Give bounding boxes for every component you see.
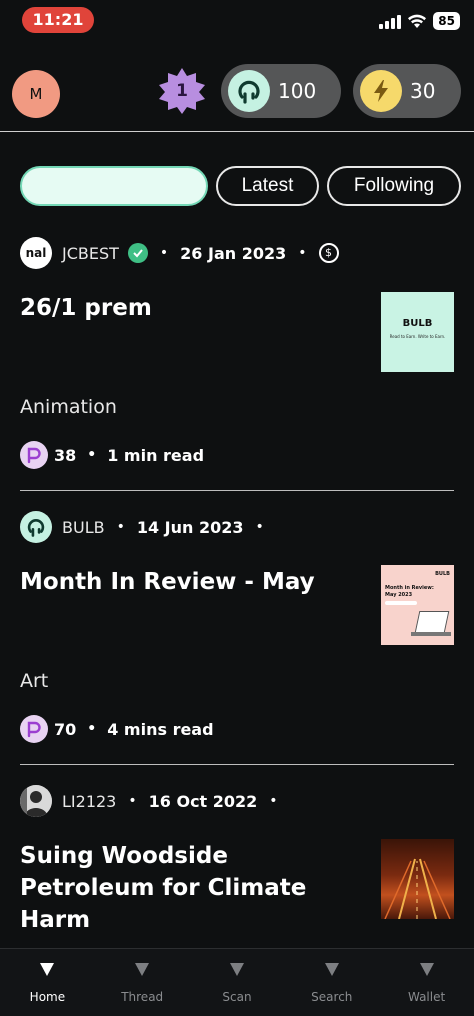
- article-title[interactable]: Suing Woodside Petroleum for Climate Har…: [20, 840, 360, 936]
- article-category[interactable]: Art: [20, 670, 48, 692]
- laptop-graphic-icon: [414, 611, 450, 633]
- search-filter-field[interactable]: [20, 166, 208, 206]
- article-meta: BULB • 14 Jun 2023 •: [20, 510, 276, 544]
- bottom-navigation: Home Thread Scan Search Wallet: [0, 948, 474, 1016]
- wifi-icon: [408, 14, 427, 28]
- meta-separator: •: [87, 447, 97, 463]
- meta-separator: •: [87, 721, 97, 737]
- article-date: 16 Oct 2022: [148, 791, 258, 811]
- author-avatar[interactable]: [20, 785, 52, 817]
- author-avatar[interactable]: nal: [20, 237, 52, 269]
- nav-wallet[interactable]: Wallet: [379, 949, 474, 1016]
- scan-triangle-icon: [229, 963, 244, 976]
- level-number: 1: [176, 81, 188, 101]
- cellular-signal-icon: [379, 13, 402, 29]
- status-bar: 11:21 85: [0, 0, 474, 40]
- meta-separator: •: [116, 519, 125, 535]
- article-title[interactable]: Month In Review - May: [20, 566, 360, 598]
- author-name[interactable]: JCBEST: [62, 244, 119, 263]
- following-filter-button[interactable]: Following: [327, 166, 461, 206]
- article-card[interactable]: nal JCBEST • 26 Jan 2023 • $ 26/1 prem B…: [20, 236, 454, 476]
- meta-separator: •: [269, 793, 278, 809]
- nav-label: Search: [311, 990, 353, 1004]
- nav-search[interactable]: Search: [284, 949, 379, 1016]
- author-avatar[interactable]: [20, 511, 52, 543]
- lightning-coin-icon: [360, 70, 402, 112]
- laptop-base-graphic: [411, 632, 451, 636]
- author-name[interactable]: BULB: [62, 518, 105, 537]
- article-thumbnail[interactable]: BULB Month in Review: May 2023: [381, 565, 454, 645]
- thumb-brand: BULB: [402, 318, 433, 329]
- nav-label: Wallet: [407, 990, 446, 1004]
- thread-triangle-icon: [135, 963, 150, 976]
- nav-home[interactable]: Home: [0, 949, 95, 1016]
- nav-label: Thread: [121, 990, 164, 1004]
- article-date: 14 Jun 2023: [136, 517, 244, 537]
- meta-separator: •: [255, 519, 264, 535]
- article-thumbnail[interactable]: BULB Read to Earn. Write to Earn.: [381, 292, 454, 372]
- read-time: 4 mins read: [107, 719, 214, 739]
- article-stats: 70 • 4 mins read: [20, 715, 214, 743]
- author-name[interactable]: LI2123: [62, 792, 116, 811]
- energy-balance-pill[interactable]: 30: [353, 64, 461, 118]
- bulb-balance-pill[interactable]: 100: [221, 64, 341, 118]
- bulb-balance-value: 100: [278, 79, 317, 103]
- article-stats: 38 • 1 min read: [20, 441, 204, 469]
- nav-thread[interactable]: Thread: [95, 949, 190, 1016]
- feed-filters: Latest Following: [0, 166, 474, 206]
- energy-balance-value: 30: [410, 79, 436, 103]
- wallet-triangle-icon: [419, 963, 434, 976]
- article-points: 38: [54, 445, 77, 465]
- nav-label: Home: [29, 990, 66, 1004]
- meta-separator: •: [159, 245, 169, 261]
- road-lights-graphic: [384, 858, 451, 919]
- meta-separator: •: [128, 793, 137, 809]
- thumb-tagline: Read to Earn. Write to Earn.: [389, 334, 446, 339]
- home-triangle-icon: [40, 963, 55, 976]
- article-card[interactable]: LI2123 • 16 Oct 2022 • Suing Woodside Pe…: [20, 784, 454, 944]
- bulb-coin-icon: [228, 70, 270, 112]
- thumb-heading: Month in Review:: [385, 585, 434, 591]
- article-thumbnail[interactable]: [381, 839, 454, 919]
- status-icons: 85: [379, 10, 460, 32]
- verified-check-icon: [127, 243, 148, 263]
- article-card[interactable]: BULB • 14 Jun 2023 • Month In Review - M…: [20, 510, 454, 750]
- search-triangle-icon: [324, 963, 339, 976]
- level-badge[interactable]: 1: [157, 66, 207, 116]
- latest-filter-button[interactable]: Latest: [216, 166, 319, 206]
- article-meta: nal JCBEST • 26 Jan 2023 • $: [20, 236, 339, 270]
- article-date: 26 Jan 2023: [180, 243, 287, 263]
- article-divider: [20, 490, 454, 491]
- article-meta: LI2123 • 16 Oct 2022 •: [20, 784, 290, 818]
- points-icon: [20, 441, 48, 469]
- user-avatar[interactable]: M: [12, 70, 60, 118]
- read-time: 1 min read: [107, 445, 205, 465]
- thumb-input-graphic: [385, 601, 417, 605]
- app-header: M 1 100 30: [0, 62, 474, 124]
- battery-indicator: 85: [433, 12, 460, 30]
- nav-label: Scan: [222, 990, 252, 1004]
- article-points: 70: [54, 719, 77, 739]
- status-time: 11:21: [22, 7, 94, 33]
- article-title[interactable]: 26/1 prem: [20, 292, 360, 324]
- thumb-subheading: May 2023: [385, 592, 413, 598]
- nav-scan[interactable]: Scan: [190, 949, 285, 1016]
- thumb-brand: BULB: [435, 571, 450, 577]
- article-category[interactable]: Animation: [20, 396, 117, 418]
- header-divider: [0, 131, 474, 132]
- paid-dollar-icon: $: [318, 243, 339, 263]
- article-divider: [20, 764, 454, 765]
- meta-separator: •: [298, 245, 307, 261]
- points-icon: [20, 715, 48, 743]
